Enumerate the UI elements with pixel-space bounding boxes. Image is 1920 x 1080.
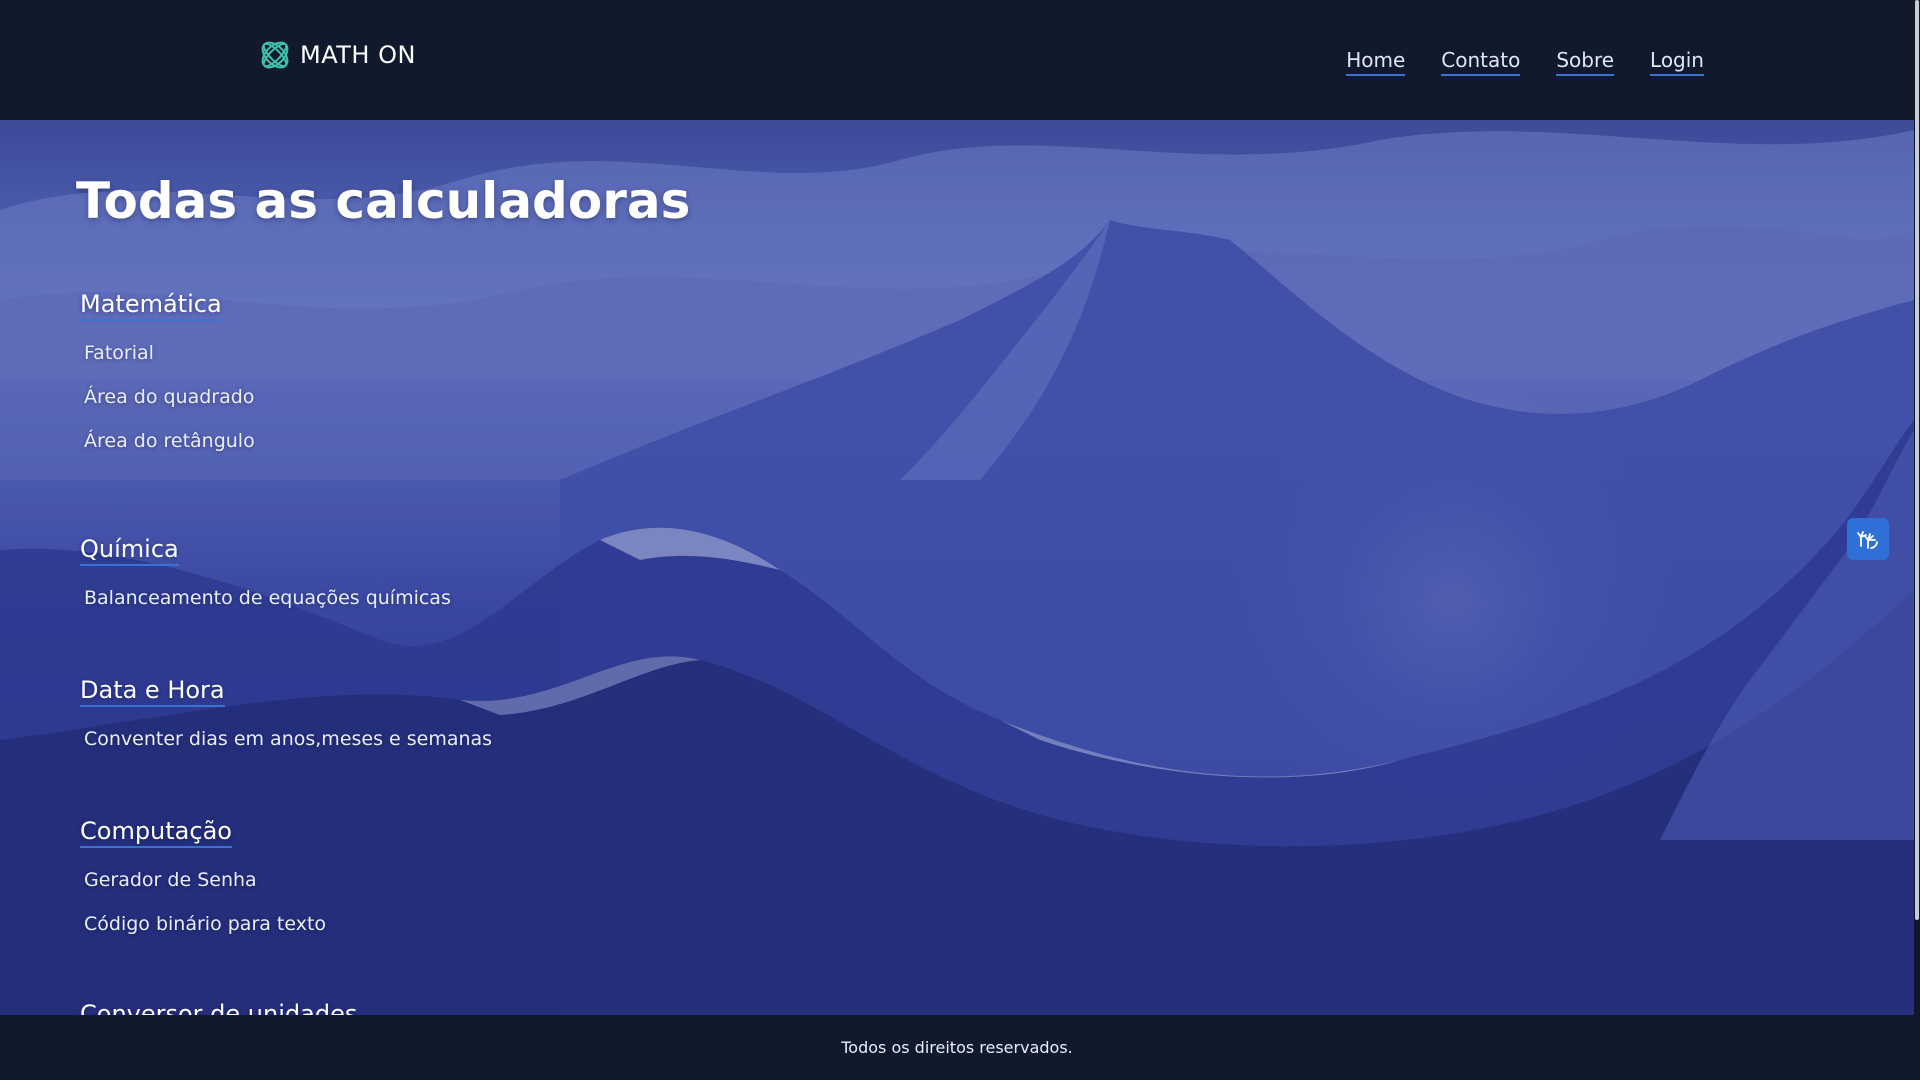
calc-link-converter-dias[interactable]: Conventer dias em anos,meses e semanas xyxy=(84,728,492,750)
calc-link-area-quadrado[interactable]: Área do quadrado xyxy=(84,386,254,408)
list-item: Área do retângulo xyxy=(84,419,255,463)
nav-sobre-link[interactable]: Sobre xyxy=(1556,48,1615,76)
category-title-computacao[interactable]: Computação xyxy=(80,817,232,848)
page-title: Todas as calculadoras xyxy=(76,172,691,230)
list-item: Fatorial xyxy=(84,331,255,375)
list-item: Área do quadrado xyxy=(84,375,255,419)
calc-link-area-retangulo[interactable]: Área do retângulo xyxy=(84,430,255,452)
category-conversor-unidades: Conversor de unidades xyxy=(80,1000,357,1015)
category-data-hora: Data e Hora Conventer dias em anos,meses… xyxy=(80,676,492,761)
category-title-quimica[interactable]: Química xyxy=(80,535,179,566)
logo-link[interactable]: MATH ON xyxy=(258,38,416,72)
footer: Todos os direitos reservados. xyxy=(0,1015,1914,1080)
page: MATH ON Home Contato Sobre Login Todas a… xyxy=(0,0,1920,1080)
category-title-conversor-unidades[interactable]: Conversor de unidades xyxy=(80,1000,357,1015)
calc-link-gerador-senha[interactable]: Gerador de Senha xyxy=(84,869,257,891)
nav-home-link[interactable]: Home xyxy=(1346,48,1406,76)
top-navbar: MATH ON Home Contato Sobre Login xyxy=(0,0,1914,120)
calculators-content: Todas as calculadoras Matemática Fatoria… xyxy=(0,120,1914,1015)
calculator-list: Fatorial Área do quadrado Área do retâng… xyxy=(84,331,255,463)
list-item: Gerador de Senha xyxy=(84,858,326,902)
logo-text: MATH ON xyxy=(300,41,416,69)
list-item: Código binário para texto xyxy=(84,902,326,946)
calc-link-binario-texto[interactable]: Código binário para texto xyxy=(84,913,326,935)
scrollbar-thumb[interactable] xyxy=(1915,0,1919,920)
category-matematica: Matemática Fatorial Área do quadrado Áre… xyxy=(80,290,255,463)
category-title-data-hora[interactable]: Data e Hora xyxy=(80,676,225,707)
accessibility-widget-button[interactable] xyxy=(1847,518,1889,560)
sign-language-hands-icon xyxy=(1857,531,1878,549)
calc-link-fatorial[interactable]: Fatorial xyxy=(84,342,154,364)
nav-login-link[interactable]: Login xyxy=(1650,48,1704,76)
logo-icon xyxy=(261,41,289,69)
list-item: Balanceamento de equações químicas xyxy=(84,576,451,620)
category-computacao: Computação Gerador de Senha Código binár… xyxy=(80,817,326,946)
scrollbar[interactable] xyxy=(1914,0,1920,1080)
calculator-list: Balanceamento de equações químicas xyxy=(84,576,451,620)
category-quimica: Química Balanceamento de equações químic… xyxy=(80,535,451,620)
nav-contato-link[interactable]: Contato xyxy=(1441,48,1521,76)
main-nav: Home Contato Sobre Login xyxy=(1346,48,1704,76)
category-title-matematica[interactable]: Matemática xyxy=(80,290,222,321)
footer-copyright-text: Todos os direitos reservados. xyxy=(841,1038,1073,1057)
calculator-list: Conventer dias em anos,meses e semanas xyxy=(84,717,492,761)
list-item: Conventer dias em anos,meses e semanas xyxy=(84,717,492,761)
calc-link-balanceamento[interactable]: Balanceamento de equações químicas xyxy=(84,587,451,609)
calculator-list: Gerador de Senha Código binário para tex… xyxy=(84,858,326,946)
